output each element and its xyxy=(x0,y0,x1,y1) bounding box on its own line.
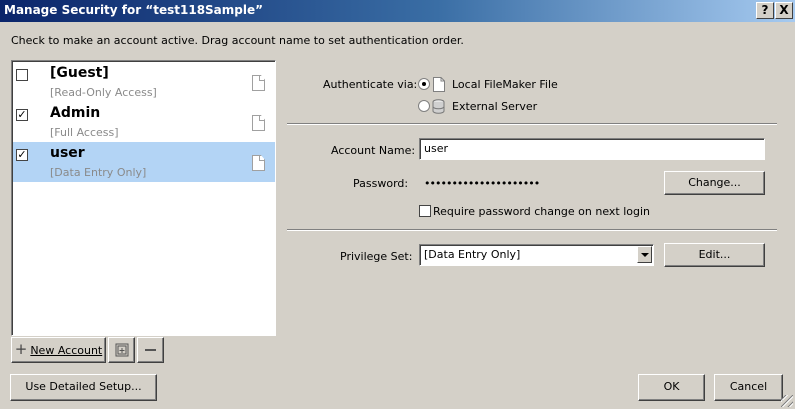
edit-privilege-button[interactable]: Edit... xyxy=(664,243,765,267)
external-server-label[interactable]: External Server xyxy=(452,100,537,113)
instructions-text: Check to make an account active. Drag ac… xyxy=(11,34,464,47)
help-button[interactable]: ? xyxy=(756,2,774,19)
document-icon xyxy=(252,115,265,131)
cancel-button[interactable]: Cancel xyxy=(714,374,783,401)
divider xyxy=(287,229,777,231)
duplicate-icon xyxy=(115,343,129,357)
account-privilege: [Read-Only Access] xyxy=(50,86,157,99)
account-active-checkbox[interactable] xyxy=(16,69,28,81)
account-name-input[interactable]: user xyxy=(419,138,765,160)
local-file-radio[interactable] xyxy=(418,78,430,90)
account-name-label: Account Name: xyxy=(331,144,416,157)
account-row-admin[interactable]: ✓ Admin [Full Access] xyxy=(13,102,275,142)
account-active-checkbox[interactable]: ✓ xyxy=(16,109,28,121)
resize-grip[interactable] xyxy=(781,395,793,407)
authenticate-label: Authenticate via: xyxy=(323,78,418,91)
external-server-radio[interactable] xyxy=(418,100,430,112)
account-list[interactable]: [Guest] [Read-Only Access] ✓ Admin [Full… xyxy=(11,60,276,336)
document-icon xyxy=(252,75,265,91)
use-detailed-setup-button[interactable]: Use Detailed Setup... xyxy=(10,374,157,401)
ok-button[interactable]: OK xyxy=(638,374,705,401)
account-name: user xyxy=(50,145,85,161)
plus-icon: + xyxy=(14,340,28,358)
account-row-user[interactable]: ✓ user [Data Entry Only] xyxy=(13,142,275,182)
minus-icon xyxy=(145,349,156,351)
password-value: ••••••••••••••••••••• xyxy=(424,177,540,190)
database-icon xyxy=(432,99,445,114)
account-row-guest[interactable]: [Guest] [Read-Only Access] xyxy=(13,62,275,102)
privilege-set-label: Privilege Set: xyxy=(340,250,413,263)
document-icon xyxy=(433,77,445,92)
account-name: Admin xyxy=(50,105,101,121)
new-account-button[interactable]: + New Account xyxy=(11,337,106,363)
account-privilege: [Data Entry Only] xyxy=(50,166,147,179)
title-bar: Manage Security for “test118Sample” ? X xyxy=(0,0,795,22)
account-active-checkbox[interactable]: ✓ xyxy=(16,149,28,161)
divider xyxy=(287,123,777,125)
document-icon xyxy=(252,155,265,171)
require-change-checkbox[interactable] xyxy=(419,205,431,217)
password-label: Password: xyxy=(353,177,409,190)
window-title: Manage Security for “test118Sample” xyxy=(4,3,264,17)
change-password-button[interactable]: Change... xyxy=(664,171,765,195)
privilege-set-select[interactable]: [Data Entry Only] xyxy=(419,244,654,266)
delete-account-button[interactable] xyxy=(137,337,164,363)
chevron-down-icon[interactable] xyxy=(637,246,652,263)
local-file-label[interactable]: Local FileMaker File xyxy=(452,78,558,91)
account-privilege: [Full Access] xyxy=(50,126,119,139)
new-account-label: New Account xyxy=(30,344,103,357)
privilege-set-value: [Data Entry Only] xyxy=(424,248,521,261)
require-change-label[interactable]: Require password change on next login xyxy=(433,205,650,218)
duplicate-account-button[interactable] xyxy=(108,337,135,363)
account-name: [Guest] xyxy=(50,65,109,81)
close-button[interactable]: X xyxy=(775,2,793,19)
